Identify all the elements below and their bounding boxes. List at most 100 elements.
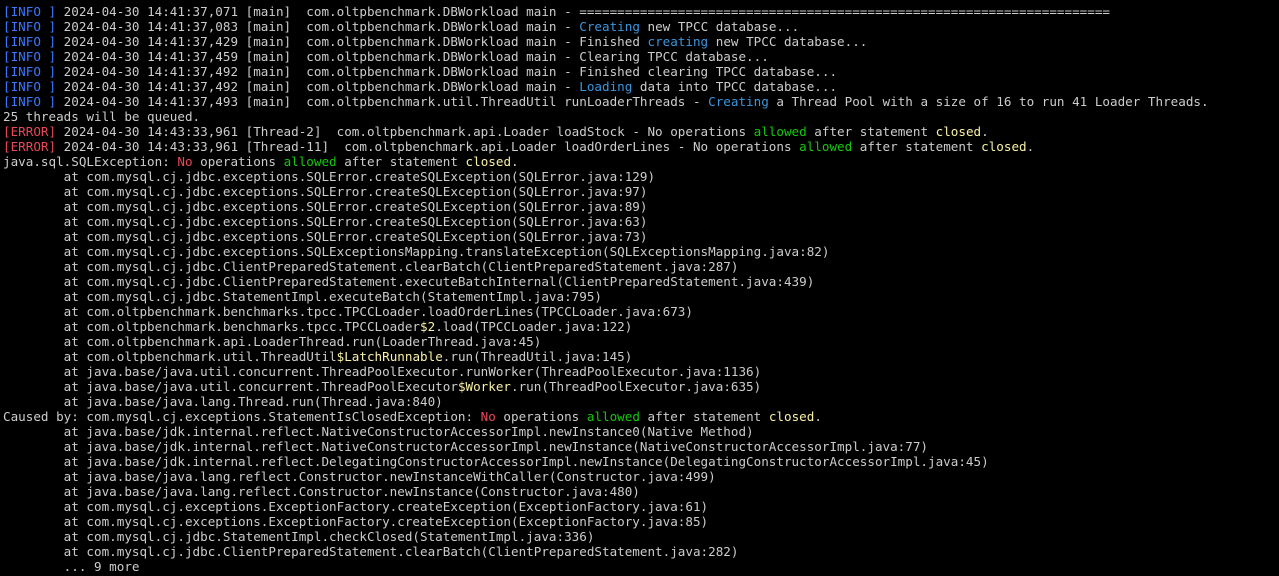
terminal-line: at java.base/java.util.concurrent.Thread… (3, 364, 1279, 379)
terminal-text-plain: at com.mysql.cj.jdbc.StatementImpl.execu… (3, 289, 602, 304)
terminal-text-yellow: closed (981, 139, 1027, 154)
terminal-line: at java.base/jdk.internal.reflect.Native… (3, 424, 1279, 439)
terminal-line: [INFO ] 2024-04-30 14:41:37,429 [main] c… (3, 34, 1279, 49)
terminal-window[interactable]: [INFO ] 2024-04-30 14:41:37,071 [main] c… (0, 0, 1279, 576)
terminal-line: at com.mysql.cj.jdbc.exceptions.SQLError… (3, 214, 1279, 229)
terminal-text-yellow: $2 (420, 319, 436, 334)
terminal-text-plain: at com.mysql.cj.jdbc.exceptions.SQLError… (3, 199, 648, 214)
terminal-line: [ERROR] 2024-04-30 14:43:33,961 [Thread-… (3, 124, 1279, 139)
terminal-text-error: [ERROR] (3, 124, 57, 139)
terminal-line: at com.mysql.cj.jdbc.exceptions.SQLError… (3, 184, 1279, 199)
terminal-text-plain: at java.base/java.util.concurrent.Thread… (3, 379, 458, 394)
terminal-text-info: [INFO ] (3, 49, 57, 64)
terminal-text-plain: at com.mysql.cj.exceptions.ExceptionFact… (3, 514, 709, 529)
terminal-text-cyan: Creating (579, 19, 640, 34)
terminal-text-plain: 2024-04-30 14:41:37,083 [main] com.oltpb… (56, 19, 580, 34)
terminal-text-plain: new TPCC database... (639, 19, 800, 34)
terminal-text-plain: 2024-04-30 14:41:37,492 [main] com.oltpb… (56, 79, 580, 94)
terminal-line: [INFO ] 2024-04-30 14:41:37,071 [main] c… (3, 4, 1279, 19)
terminal-text-plain: at com.mysql.cj.jdbc.ClientPreparedState… (3, 274, 815, 289)
terminal-text-plain: 25 threads will be queued. (3, 109, 201, 124)
terminal-line: [INFO ] 2024-04-30 14:41:37,492 [main] c… (3, 64, 1279, 79)
terminal-line: at com.mysql.cj.jdbc.exceptions.SQLError… (3, 199, 1279, 214)
terminal-text-green: allowed (283, 154, 337, 169)
terminal-text-plain: a Thread Pool with a size of 16 to run 4… (768, 94, 1209, 109)
terminal-text-plain: 2024-04-30 14:41:37,493 [main] com.oltpb… (56, 94, 709, 109)
terminal-text-yellow: $LatchRunnable (336, 349, 443, 364)
terminal-line: at com.mysql.cj.jdbc.ClientPreparedState… (3, 274, 1279, 289)
terminal-text-plain: at java.base/jdk.internal.reflect.Native… (3, 424, 754, 439)
terminal-text-info: [INFO ] (3, 34, 57, 49)
terminal-text-plain: data into TPCC database... (632, 79, 838, 94)
terminal-text-cyan: creating (647, 34, 709, 49)
terminal-text-yellow: closed (465, 154, 512, 169)
terminal-line: at java.base/java.lang.reflect.Construct… (3, 484, 1279, 499)
terminal-text-info: [INFO ] (3, 64, 57, 79)
terminal-line: Caused by: com.mysql.cj.exceptions.State… (3, 409, 1279, 424)
terminal-line: at com.mysql.cj.jdbc.StatementImpl.execu… (3, 289, 1279, 304)
terminal-text-plain: at com.mysql.cj.jdbc.exceptions.SQLError… (3, 229, 648, 244)
terminal-text-plain: at com.mysql.cj.jdbc.ClientPreparedState… (3, 259, 739, 274)
terminal-text-info: [INFO ] (3, 19, 57, 34)
terminal-text-red: No (480, 409, 496, 424)
terminal-text-plain: Caused by: com.mysql.cj.exceptions.State… (3, 409, 481, 424)
terminal-text-yellow: $Worker (457, 379, 512, 394)
terminal-line: [INFO ] 2024-04-30 14:41:37,459 [main] c… (3, 49, 1279, 64)
terminal-text-plain: 2024-04-30 14:41:37,429 [main] com.oltpb… (56, 34, 648, 49)
terminal-line: ... 9 more (3, 559, 1279, 574)
terminal-line: at com.oltpbenchmark.api.LoaderThread.ru… (3, 334, 1279, 349)
terminal-line: [ERROR] 2024-04-30 14:43:33,961 [Thread-… (3, 139, 1279, 154)
terminal-text-plain: .run(ThreadUtil.java:145) (442, 349, 633, 364)
terminal-text-plain: ... 9 more (3, 559, 140, 574)
terminal-line: at java.base/jdk.internal.reflect.Delega… (3, 454, 1279, 469)
terminal-text-plain: .load(TPCCLoader.java:122) (435, 319, 633, 334)
terminal-text-red: No (177, 154, 193, 169)
terminal-line: at java.base/java.lang.reflect.Construct… (3, 469, 1279, 484)
terminal-line: at com.mysql.cj.exceptions.ExceptionFact… (3, 514, 1279, 529)
terminal-text-plain: at com.oltpbenchmark.benchmarks.tpcc.TPC… (3, 319, 421, 334)
terminal-text-plain: . (511, 154, 519, 169)
terminal-line: at com.oltpbenchmark.benchmarks.tpcc.TPC… (3, 319, 1279, 334)
terminal-text-yellow: closed (768, 409, 815, 424)
terminal-line: at com.mysql.cj.jdbc.exceptions.SQLError… (3, 169, 1279, 184)
terminal-line: at com.mysql.cj.jdbc.exceptions.SQLExcep… (3, 244, 1279, 259)
terminal-text-green: allowed (586, 409, 640, 424)
terminal-line: at com.mysql.cj.jdbc.ClientPreparedState… (3, 259, 1279, 274)
terminal-text-plain: at java.base/java.lang.Thread.run(Thread… (3, 394, 443, 409)
terminal-text-plain: 2024-04-30 14:41:37,459 [main] com.oltpb… (56, 49, 769, 64)
terminal-text-plain: 2024-04-30 14:43:33,961 [Thread-11] com.… (56, 139, 800, 154)
terminal-line: at java.base/java.lang.Thread.run(Thread… (3, 394, 1279, 409)
terminal-text-plain: at java.base/java.lang.reflect.Construct… (3, 484, 640, 499)
terminal-text-plain: at com.oltpbenchmark.benchmarks.tpcc.TPC… (3, 304, 693, 319)
terminal-text-plain: new TPCC database... (708, 34, 868, 49)
terminal-text-plain: at java.base/java.util.concurrent.Thread… (3, 364, 762, 379)
terminal-text-plain: at com.mysql.cj.jdbc.exceptions.SQLExcep… (3, 244, 830, 259)
terminal-text-error: [ERROR] (3, 139, 57, 154)
terminal-text-plain: at java.base/jdk.internal.reflect.Native… (3, 439, 929, 454)
terminal-line: 25 threads will be queued. (3, 109, 1279, 124)
terminal-text-plain: at com.oltpbenchmark.api.LoaderThread.ru… (3, 334, 542, 349)
terminal-text-plain: 2024-04-30 14:41:37,492 [main] com.oltpb… (56, 64, 838, 79)
terminal-text-info: [INFO ] (3, 94, 57, 109)
terminal-text-green: allowed (799, 139, 853, 154)
terminal-line: [INFO ] 2024-04-30 14:41:37,492 [main] c… (3, 79, 1279, 94)
terminal-line: [INFO ] 2024-04-30 14:41:37,493 [main] c… (3, 94, 1279, 109)
terminal-text-cyan: Loading (579, 79, 633, 94)
terminal-text-plain: . (814, 409, 822, 424)
terminal-text-plain: after statement (806, 124, 936, 139)
terminal-line: at com.mysql.cj.jdbc.StatementImpl.check… (3, 529, 1279, 544)
terminal-text-plain: .run(ThreadPoolExecutor.java:635) (511, 379, 762, 394)
terminal-text-plain: at java.base/java.lang.reflect.Construct… (3, 469, 716, 484)
terminal-text-plain: at com.mysql.cj.jdbc.StatementImpl.check… (3, 529, 595, 544)
terminal-text-plain: after statement (336, 154, 466, 169)
terminal-text-plain: at java.base/jdk.internal.reflect.Delega… (3, 454, 989, 469)
terminal-text-plain: at com.mysql.cj.jdbc.exceptions.SQLError… (3, 214, 648, 229)
terminal-text-yellow: closed (935, 124, 982, 139)
terminal-line: at com.oltpbenchmark.benchmarks.tpcc.TPC… (3, 304, 1279, 319)
terminal-text-plain: after statement (639, 409, 769, 424)
terminal-text-plain: . (981, 124, 989, 139)
terminal-text-plain: 2024-04-30 14:43:33,961 [Thread-2] com.o… (56, 124, 754, 139)
terminal-line: at com.mysql.cj.exceptions.ExceptionFact… (3, 499, 1279, 514)
terminal-text-plain: operations (192, 154, 284, 169)
terminal-text-info: [INFO ] (3, 4, 57, 19)
